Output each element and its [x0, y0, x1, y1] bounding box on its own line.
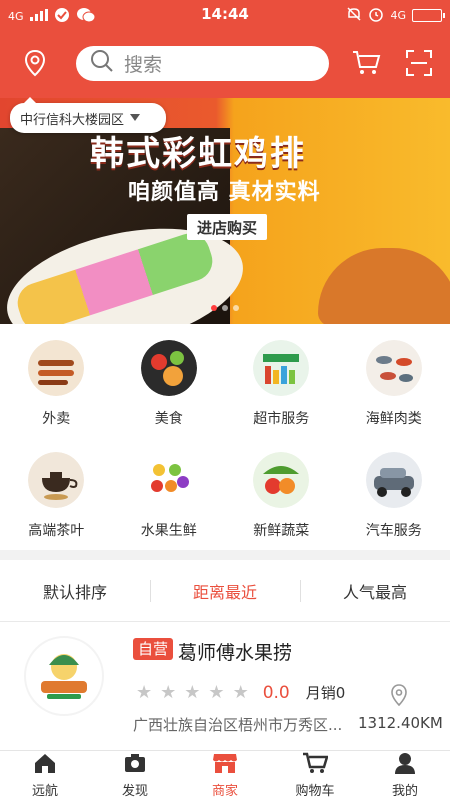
category-supermarket[interactable]: 超市服务 [225, 324, 338, 436]
network-label-right: 4G [390, 9, 406, 22]
star-icon: ★ [208, 682, 225, 703]
self-operated-badge: 自营 [133, 638, 174, 660]
kebab-icon [28, 340, 85, 396]
location-pin-icon[interactable] [20, 48, 50, 78]
search-input[interactable]: 搜索 [76, 46, 329, 81]
location-selector[interactable]: 中行信科大楼园区 [10, 97, 166, 133]
location-pin-icon [390, 684, 408, 710]
category-label: 外卖 [42, 411, 71, 427]
home-icon [33, 752, 57, 778]
store-name: 葛师傅水果捞 [178, 642, 293, 664]
triangle-down-icon [130, 111, 141, 126]
nav-discover[interactable]: 发现 [90, 751, 180, 800]
top-bar: 搜索 [0, 30, 450, 98]
cart-icon[interactable] [351, 48, 381, 78]
nav-label: 商家 [211, 784, 238, 799]
nav-label: 我的 [391, 784, 418, 799]
store-distance: 1312.40KM [358, 714, 443, 732]
fruit-icon [140, 452, 197, 508]
scan-icon[interactable] [404, 48, 434, 78]
star-icon: ★ [184, 682, 201, 703]
search-icon [90, 49, 114, 78]
section-divider [0, 550, 450, 560]
burger-image [318, 248, 450, 324]
food-icon [140, 340, 197, 396]
category-label: 高端茶叶 [28, 523, 85, 539]
banner-subtitle: 咱颜值高 真材实料 [128, 180, 321, 205]
search-placeholder: 搜索 [124, 54, 163, 76]
banner-pagination [211, 305, 239, 311]
store-score: 0.0 [262, 682, 290, 703]
seafood-icon [365, 340, 422, 396]
category-label: 美食 [154, 411, 183, 427]
category-meishi[interactable]: 美食 [113, 324, 226, 436]
category-label: 水果生鲜 [140, 523, 197, 539]
nav-cart[interactable]: 购物车 [270, 751, 360, 800]
cart-icon [302, 752, 329, 778]
status-right: 4G [346, 6, 445, 25]
category-label: 超市服务 [253, 411, 310, 427]
category-seafood[interactable]: 海鲜肉类 [338, 324, 450, 436]
nav-label: 远航 [31, 784, 58, 799]
banner-shop-button[interactable]: 进店购买 [187, 214, 267, 240]
status-bar: 4G 14:44 4G [0, 0, 450, 30]
nav-label: 购物车 [295, 784, 335, 799]
sort-popular[interactable]: 人气最高 [300, 560, 450, 621]
vegetable-icon [253, 452, 310, 508]
store-icon [212, 752, 238, 778]
nav-merchants[interactable]: 商家 [180, 751, 270, 800]
sort-bar: 默认排序 距离最近 人气最高 [0, 560, 450, 622]
star-icon: ★ [136, 682, 153, 703]
store-rating: ★ ★ ★ ★ ★ 0.0 月销0 [136, 682, 345, 703]
camera-icon [123, 752, 147, 778]
category-grid: 外卖 美食 超市服务 海鲜肉类 高端茶叶 水果生鲜 新鲜蔬菜 汽车服务 [0, 324, 450, 550]
banner-dot-2[interactable] [222, 305, 228, 311]
user-icon [393, 752, 417, 778]
category-label: 海鲜肉类 [365, 411, 422, 427]
category-label: 汽车服务 [365, 523, 422, 539]
mute-icon [346, 6, 362, 25]
store-address: 广西壮族自治区梧州市万秀区... [133, 716, 343, 734]
category-fruit[interactable]: 水果生鲜 [113, 436, 226, 550]
category-waimai[interactable]: 外卖 [0, 324, 113, 436]
store-card[interactable]: 自营 葛师傅水果捞 ★ ★ ★ ★ ★ 0.0 月销0 广西壮族自治区梧州市万秀… [0, 622, 450, 750]
battery-icon [412, 9, 445, 22]
tea-icon [28, 452, 85, 508]
nav-profile[interactable]: 我的 [360, 751, 450, 800]
car-service-icon [365, 452, 422, 508]
category-label: 新鲜蔬菜 [253, 523, 310, 539]
sort-nearest[interactable]: 距离最近 [150, 560, 300, 621]
store-logo [24, 636, 104, 716]
sort-default[interactable]: 默认排序 [0, 560, 150, 621]
category-tea[interactable]: 高端茶叶 [0, 436, 113, 550]
store-monthly-sales: 月销0 [305, 684, 346, 702]
alarm-icon [368, 6, 384, 25]
star-icon: ★ [160, 682, 177, 703]
bottom-nav: 远航 发现 商家 购物车 我的 [0, 750, 450, 800]
nav-label: 发现 [121, 784, 148, 799]
banner-dot-3[interactable] [233, 305, 239, 311]
nav-home[interactable]: 远航 [0, 751, 90, 800]
supermarket-icon [253, 340, 310, 396]
banner-title: 韩式彩虹鸡排 [90, 134, 306, 174]
category-vegetable[interactable]: 新鲜蔬菜 [225, 436, 338, 550]
category-car-service[interactable]: 汽车服务 [338, 436, 450, 550]
star-icon: ★ [232, 682, 249, 703]
banner-dot-1[interactable] [211, 305, 217, 311]
location-label: 中行信科大楼园区 [20, 112, 125, 128]
